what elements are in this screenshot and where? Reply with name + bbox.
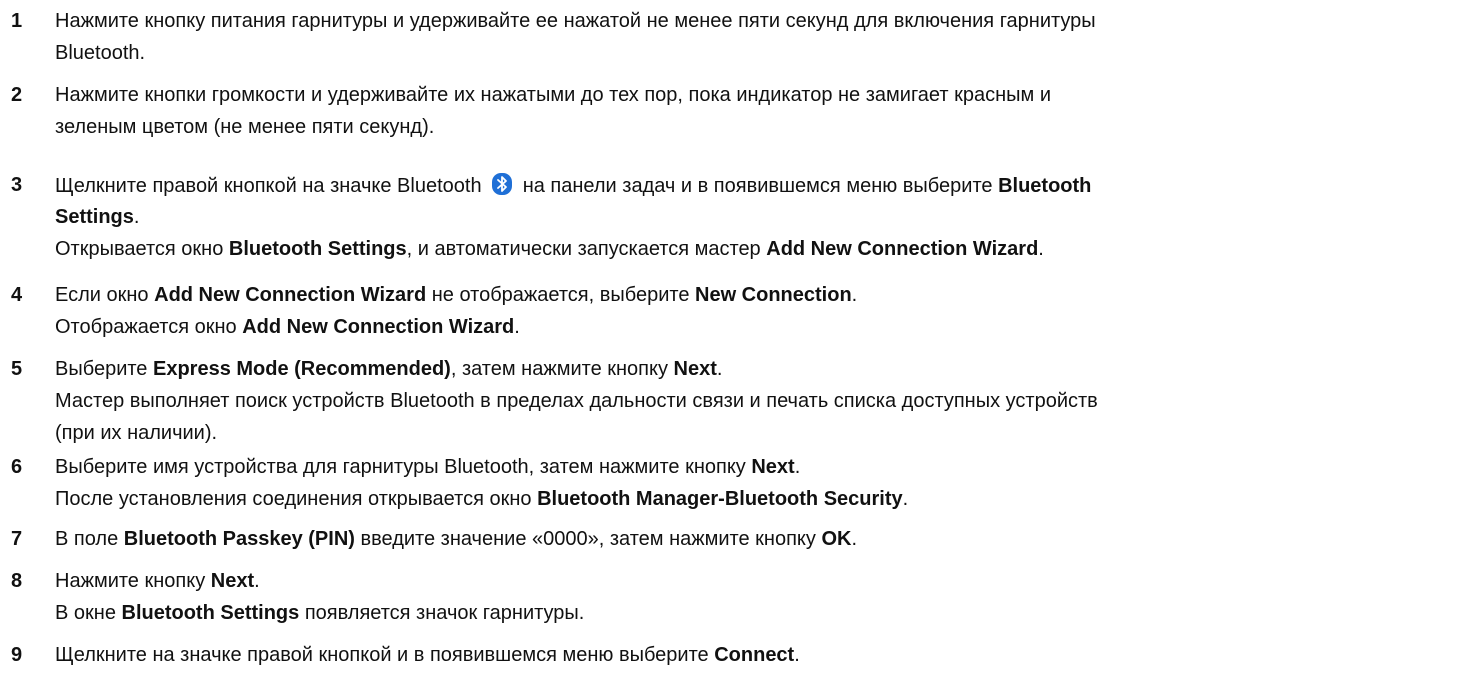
- text-run: Щелкните на значке правой кнопкой и в по…: [55, 644, 715, 666]
- step-text: Щелкните правой кнопкой на значке Blueto…: [55, 172, 1450, 268]
- bluetooth-icon: [492, 173, 513, 195]
- text-run: Отображается окно: [55, 316, 243, 338]
- step-line: Если окно Add New Connection Wizard не о…: [55, 282, 1450, 314]
- ui-term: Bluetooth: [998, 175, 1092, 197]
- text-run: введите значение «0000», затем нажмите к…: [354, 528, 822, 550]
- step-line: После установления соединения открываетс…: [55, 486, 1450, 518]
- text-run: В окне: [55, 602, 122, 624]
- step-line: Bluetooth.: [55, 40, 1450, 72]
- step-number: 5: [11, 358, 23, 380]
- step-line: Нажмите кнопки громкости и удерживайте и…: [55, 82, 1450, 114]
- step-line: Выберите Express Mode (Recommended), зат…: [55, 356, 1450, 388]
- ui-term: New Connection: [695, 284, 852, 306]
- step-text: В поле Bluetooth Passkey (PIN) введите з…: [55, 526, 1450, 558]
- text-run: .: [514, 316, 520, 338]
- text-run: .: [794, 456, 801, 478]
- step-text: Нажмите кнопку питания гарнитуры и удерж…: [55, 8, 1450, 72]
- ui-term: Next: [210, 570, 255, 592]
- text-run: .: [254, 570, 260, 592]
- step-number: 7: [11, 528, 23, 550]
- ui-term: Settings: [55, 206, 134, 228]
- ui-term: Add New Connection Wizard: [154, 284, 427, 306]
- step-line: Нажмите кнопку Next.: [55, 568, 1450, 600]
- text-run: .: [851, 528, 857, 550]
- step-line: Открывается окно Bluetooth Settings, и а…: [55, 236, 1450, 268]
- text-run: .: [1038, 238, 1044, 260]
- ui-term: Add New Connection Wizard: [242, 316, 515, 338]
- text-run: Мастер выполняет поиск устройств Bluetoo…: [55, 390, 1098, 412]
- text-run: (при их наличии).: [55, 422, 218, 444]
- step-line: (при их наличии).: [55, 420, 1450, 452]
- step-line: Settings.: [55, 204, 1450, 236]
- text-run: Выберите имя устройства для гарнитуры Bl…: [55, 456, 752, 478]
- step-line: Отображается окно Add New Connection Wiz…: [55, 314, 1450, 346]
- text-run: , затем нажмите кнопку: [450, 358, 674, 380]
- step-text: Выберите имя устройства для гарнитуры Bl…: [55, 454, 1450, 518]
- ui-term: Add New Connection Wizard: [766, 238, 1039, 260]
- step-line: В поле Bluetooth Passkey (PIN) введите з…: [55, 526, 1450, 558]
- text-run: .: [716, 358, 723, 380]
- text-run: Нажмите кнопку: [55, 570, 211, 592]
- step-text: Если окно Add New Connection Wizard не о…: [55, 282, 1450, 346]
- text-run: не отображается, выберите: [426, 284, 695, 306]
- text-run: .: [902, 488, 909, 510]
- ui-term: Bluetooth Manager-Bluetooth Security: [537, 488, 903, 510]
- text-run: Нажмите кнопку питания гарнитуры и удерж…: [55, 10, 1096, 32]
- step-line: Щелкните на значке правой кнопкой и в по…: [55, 642, 1450, 674]
- step-line: Нажмите кнопку питания гарнитуры и удерж…: [55, 8, 1450, 40]
- text-run: , и автоматически запускается мастер: [406, 238, 767, 260]
- ui-term: Bluetooth Passkey (PIN): [123, 528, 355, 550]
- steps-list: 1 Нажмите кнопку питания гарнитуры и удер…: [0, 0, 1457, 675]
- text-run: В поле: [55, 528, 124, 550]
- step-number: 2: [11, 84, 23, 106]
- text-run: Выберите: [55, 358, 153, 380]
- text-run: .: [133, 206, 140, 228]
- text-run: Нажмите кнопки громкости и удерживайте и…: [55, 84, 1051, 106]
- text-run: Щелкните правой кнопкой на значке Blueto…: [55, 175, 488, 197]
- step-text: Выберите Express Mode (Recommended), зат…: [55, 356, 1450, 452]
- step-number: 8: [11, 570, 23, 592]
- ui-term: Next: [751, 456, 795, 478]
- step-line: Щелкните правой кнопкой на значке Blueto…: [55, 172, 1450, 204]
- step-text: Щелкните на значке правой кнопкой и в по…: [55, 642, 1450, 674]
- text-run: .: [851, 284, 858, 306]
- text-run: После установления соединения открываетс…: [55, 488, 538, 510]
- text-run: на панели задач и в появившемся меню выб…: [517, 175, 999, 197]
- text-run: Если окно: [55, 284, 155, 306]
- step-text: Нажмите кнопки громкости и удерживайте и…: [55, 82, 1450, 146]
- step-line: Выберите имя устройства для гарнитуры Bl…: [55, 454, 1450, 486]
- step-number: 1: [11, 10, 23, 32]
- ui-term: Bluetooth Settings: [121, 602, 300, 624]
- ui-term: Express Mode (Recommended): [152, 358, 451, 380]
- text-run: Открывается окно: [55, 238, 229, 260]
- ui-term: Next: [673, 358, 717, 380]
- text-run: Bluetooth.: [55, 42, 146, 64]
- text-run: .: [794, 644, 800, 666]
- step-line: В окне Bluetooth Settings появляется зна…: [55, 600, 1450, 632]
- text-run: появляется значок гарнитуры.: [299, 602, 585, 624]
- ui-term: Bluetooth Settings: [228, 238, 407, 260]
- step-number: 6: [11, 456, 23, 478]
- step-line: Мастер выполняет поиск устройств Bluetoo…: [55, 388, 1450, 420]
- text-run: зеленым цветом (не менее пяти секунд).: [55, 116, 435, 138]
- ui-term: Connect: [714, 644, 795, 666]
- step-number: 4: [11, 284, 23, 306]
- step-line: зеленым цветом (не менее пяти секунд).: [55, 114, 1450, 146]
- step-number: 3: [11, 174, 23, 196]
- step-number: 9: [11, 644, 23, 666]
- ui-term: OK: [821, 528, 852, 550]
- step-text: Нажмите кнопку Next. В окне Bluetooth Set…: [55, 568, 1450, 632]
